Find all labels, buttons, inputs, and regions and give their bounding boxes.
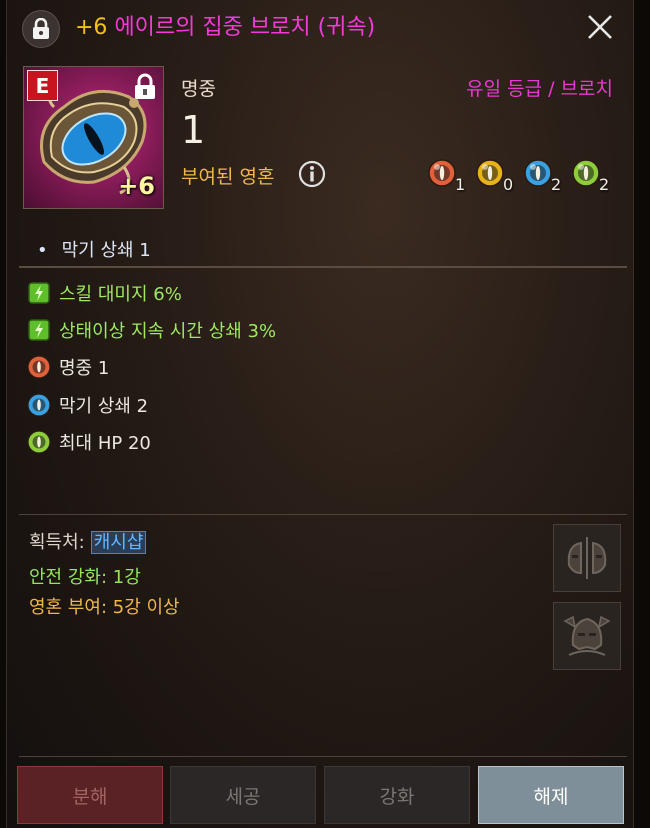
base-option-text: 막기 상쇄 1 xyxy=(61,240,151,261)
item-title: +6 에이르의 집중 브로치 (귀속) xyxy=(75,14,375,42)
lock-toggle-button[interactable] xyxy=(22,10,60,48)
main-stat-label: 명중 xyxy=(181,78,216,100)
acquisition-line: 획득처: 캐시샵 xyxy=(29,528,147,554)
blue-soul-orb-count: 2 xyxy=(551,175,562,194)
item-icon-frame: E +6 xyxy=(23,66,164,209)
bonus-option-row: 상태이상 지속 시간 상쇄 3% xyxy=(27,315,276,345)
soul-requirement-text: 영혼 부여: 5강 이상 xyxy=(29,597,180,618)
preview-equipment-button[interactable] xyxy=(553,602,621,670)
section-divider xyxy=(19,514,627,515)
close-icon[interactable] xyxy=(585,12,615,42)
acquisition-label: 획득처: xyxy=(29,532,85,553)
item-tooltip-panel: +6 에이르의 집중 브로치 (귀속) E +6 명중 1 부여된 영혼 유일 … xyxy=(6,0,634,828)
info-icon[interactable] xyxy=(298,160,326,188)
lock-icon xyxy=(33,18,49,39)
bonus-option-row: 스킬 대미지 6% xyxy=(27,278,182,308)
green-soul-orb-icon xyxy=(572,159,600,187)
item-grade-type: 유일 등급 / 브로치 xyxy=(466,78,613,100)
item-lock-icon xyxy=(135,73,155,99)
craft-button[interactable]: 세공 xyxy=(170,766,316,824)
skill-rune-icon xyxy=(28,282,50,304)
section-divider xyxy=(19,266,627,268)
bonus-option-text: 막기 상쇄 2 xyxy=(59,396,149,417)
grade-badge: E xyxy=(27,70,58,101)
release-button[interactable]: 해제 xyxy=(478,766,624,824)
safe-enhance-text: 안전 강화: 1강 xyxy=(29,567,141,588)
bonus-option-row: 최대 HP 20 xyxy=(27,427,151,457)
helmet-compare-icon xyxy=(567,537,607,579)
title-item-name: 에이르의 집중 브로치 (귀속) xyxy=(114,15,376,40)
red-soul-orb-icon xyxy=(428,159,456,187)
green-soul-orb-count: 2 xyxy=(599,175,610,194)
enhance-button[interactable]: 강화 xyxy=(324,766,470,824)
disassemble-button[interactable]: 분해 xyxy=(17,766,163,824)
bonus-option-text: 명중 1 xyxy=(59,358,110,379)
helmet-preview-icon xyxy=(563,615,611,656)
acquisition-link[interactable]: 캐시샵 xyxy=(90,531,147,554)
green-soul-orb-icon xyxy=(27,430,51,454)
item-enhance-badge: +6 xyxy=(118,172,155,200)
soul-label: 부여된 영혼 xyxy=(181,166,275,188)
skill-rune-icon xyxy=(28,319,50,341)
bonus-option-row: 명중 1 xyxy=(27,352,109,382)
red-soul-orb-icon xyxy=(27,355,51,379)
bonus-option-text: 최대 HP 20 xyxy=(59,433,151,454)
yellow-soul-orb-count: 0 xyxy=(503,175,514,194)
bonus-option-text: 상태이상 지속 시간 상쇄 3% xyxy=(59,321,277,342)
yellow-soul-orb-icon xyxy=(476,159,504,187)
title-enhance-level: +6 xyxy=(75,15,108,40)
bonus-option-text: 스킬 대미지 6% xyxy=(59,284,182,305)
section-divider xyxy=(19,756,627,757)
compare-equipment-button[interactable] xyxy=(553,524,621,592)
blue-soul-orb-icon xyxy=(27,393,51,417)
tooltip-header: +6 에이르의 집중 브로치 (귀속) xyxy=(7,0,633,58)
base-option-line: • 막기 상쇄 1 xyxy=(37,236,151,262)
blue-soul-orb-icon xyxy=(524,159,552,187)
main-stat-value: 1 xyxy=(181,108,206,152)
bullet-icon: • xyxy=(37,240,48,261)
bonus-option-row: 막기 상쇄 2 xyxy=(27,390,148,420)
red-soul-orb-count: 1 xyxy=(455,175,466,194)
